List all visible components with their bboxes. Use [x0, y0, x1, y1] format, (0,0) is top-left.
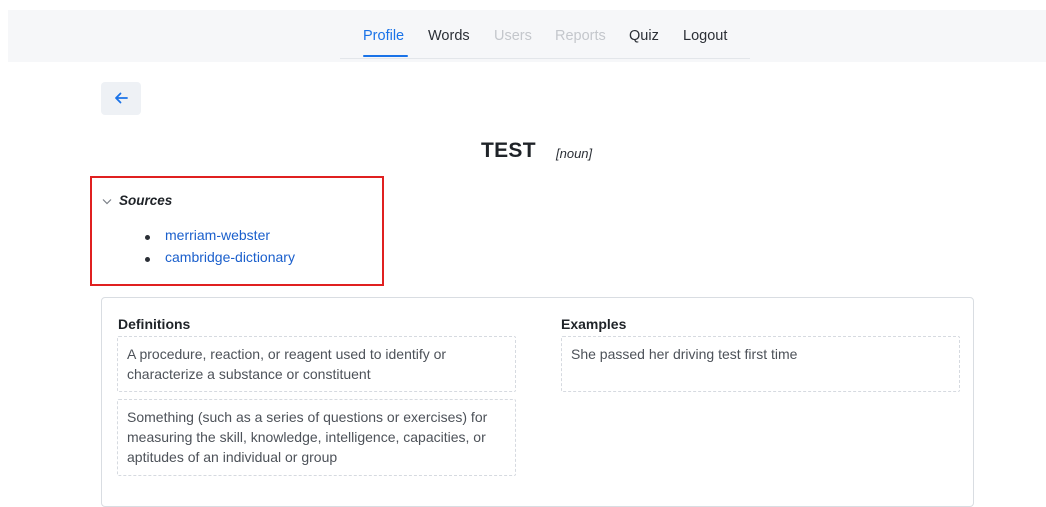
back-button[interactable] — [101, 82, 141, 115]
active-tab-underline — [363, 55, 408, 57]
nav-reports: Reports — [555, 28, 606, 44]
definition-item: A procedure, reaction, or reagent used t… — [117, 336, 516, 392]
nav-logout[interactable]: Logout — [683, 28, 727, 44]
part-of-speech: [noun] — [556, 146, 593, 161]
nav-users: Users — [494, 28, 532, 44]
sources-label: Sources — [119, 193, 173, 208]
examples-title: Examples — [561, 316, 627, 332]
nav-quiz[interactable]: Quiz — [629, 28, 659, 44]
example-item: She passed her driving test first time — [561, 336, 960, 392]
nav-words[interactable]: Words — [428, 28, 470, 44]
source-link-cambridge-dictionary[interactable]: cambridge-dictionary — [165, 249, 295, 265]
nav-profile[interactable]: Profile — [363, 28, 404, 44]
arrow-left-icon — [115, 92, 128, 104]
main-nav: Profile Words Users Reports Quiz Logout — [340, 10, 750, 59]
source-link-merriam-webster[interactable]: merriam-webster — [165, 227, 270, 243]
word-details-card: Definitions A procedure, reaction, or re… — [101, 297, 974, 507]
definitions-title: Definitions — [118, 316, 191, 332]
chevron-down-icon — [102, 199, 112, 205]
word-title: TEST — [481, 139, 536, 162]
definition-item: Something (such as a series of questions… — [117, 399, 516, 476]
